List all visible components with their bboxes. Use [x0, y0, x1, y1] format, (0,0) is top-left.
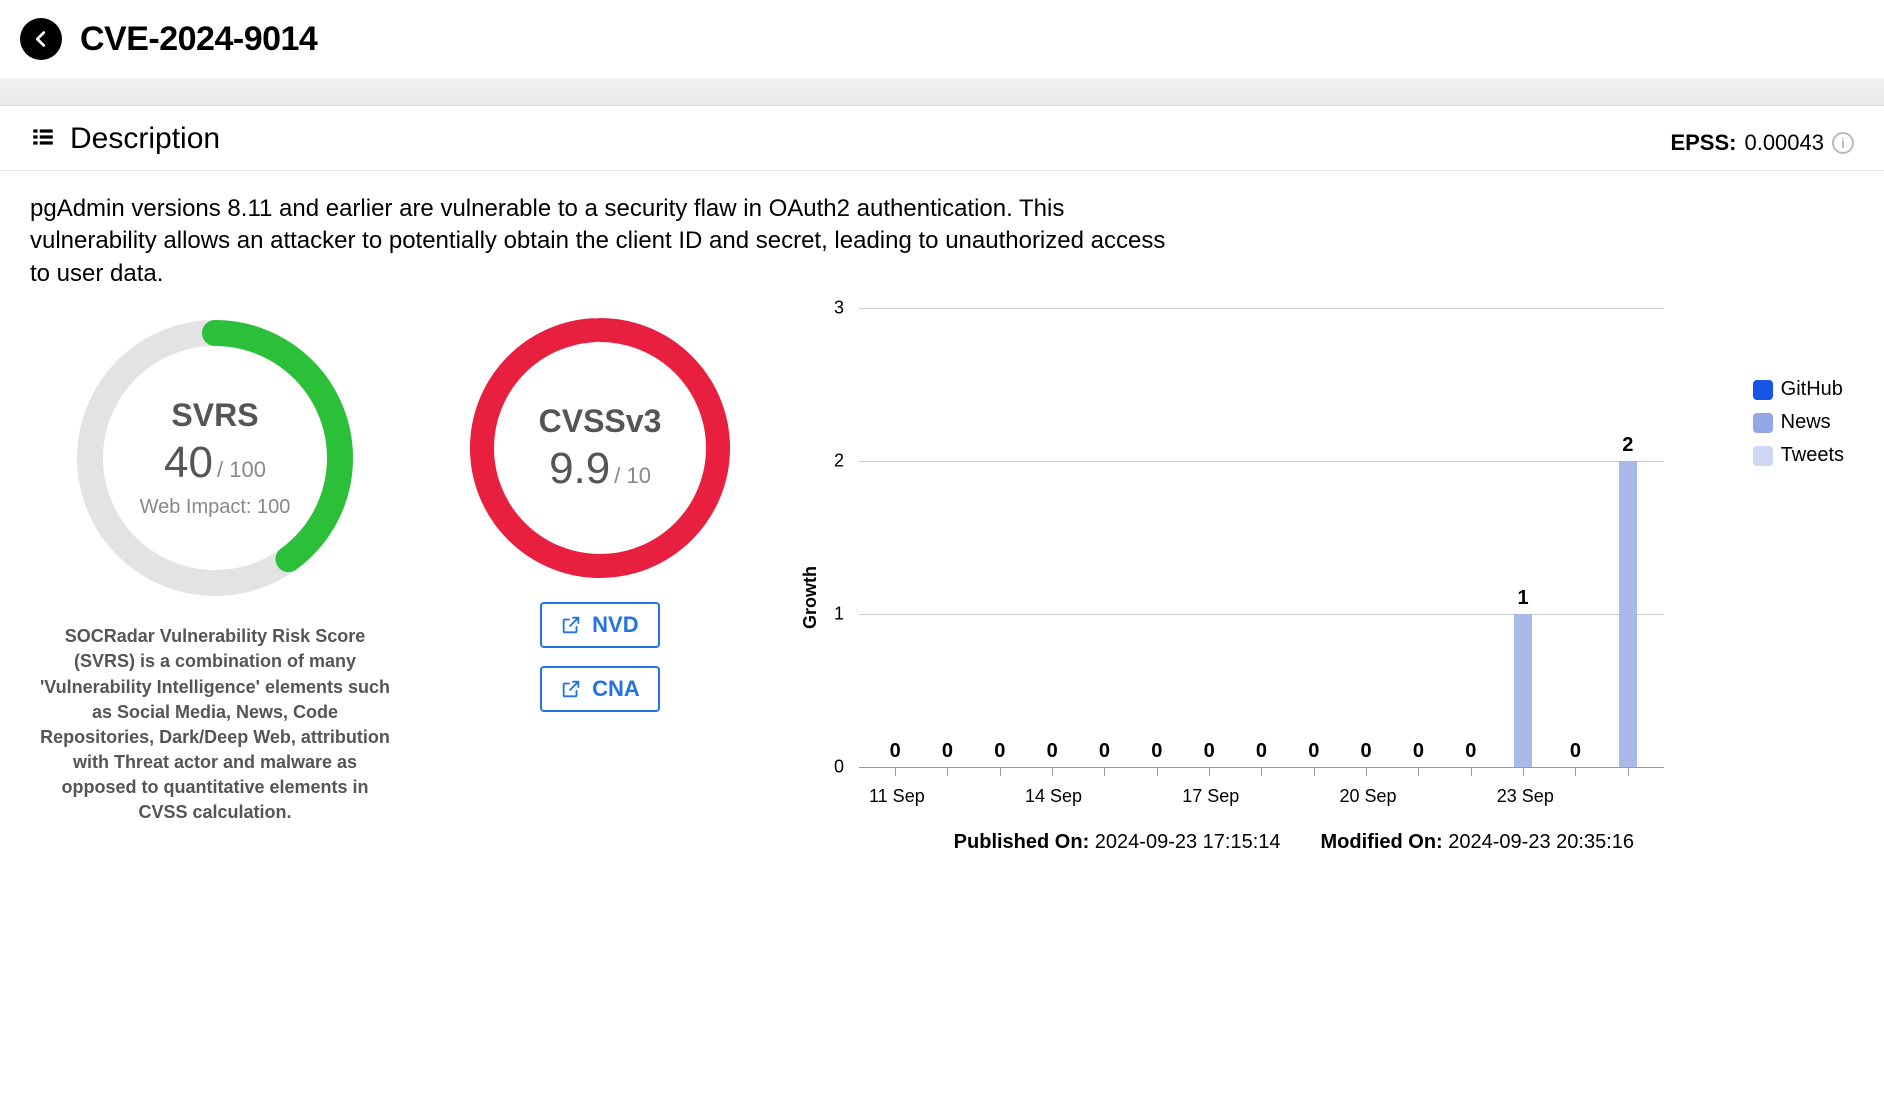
chart-bar-label: 0	[1099, 740, 1110, 763]
chart-x-label: 17 Sep	[1182, 786, 1239, 807]
legend-label: GitHub	[1781, 378, 1843, 401]
chart-x-label	[1447, 786, 1497, 807]
chart-x-label	[1239, 786, 1289, 807]
chart-bar-label: 0	[1256, 740, 1267, 763]
chart-bar-slot: 0	[869, 308, 921, 767]
chart-bar-slot: 0	[974, 308, 1026, 767]
modified-label: Modified On:	[1321, 831, 1443, 853]
chart-bar-slot: 0	[1340, 308, 1392, 767]
chart-x-label: 20 Sep	[1340, 786, 1397, 807]
chart-bar	[1514, 614, 1532, 767]
chart-x-label: 11 Sep	[869, 786, 925, 807]
chart-bar-label: 0	[1465, 740, 1476, 763]
chart-bar-slot: 2	[1602, 308, 1654, 767]
list-icon	[30, 124, 56, 155]
arrow-left-icon	[30, 28, 52, 50]
cna-link-label: CNA	[592, 676, 640, 702]
nvd-link-button[interactable]: NVD	[540, 602, 660, 648]
chart-bar-label: 0	[1204, 740, 1215, 763]
chart-bar-slot: 0	[1445, 308, 1497, 767]
svrs-value: 40	[164, 438, 213, 488]
chart-bar-slot: 0	[1078, 308, 1130, 767]
back-button[interactable]	[20, 18, 62, 60]
chart-x-label	[975, 786, 1025, 807]
legend-item: News	[1753, 411, 1844, 434]
cvss-max: / 10	[614, 463, 651, 489]
chart-bar-label: 0	[1151, 740, 1162, 763]
svrs-sub: Web Impact: 100	[140, 496, 291, 519]
chart-bar-slot: 0	[1183, 308, 1235, 767]
chart-bar-slot: 0	[1235, 308, 1287, 767]
growth-chart: Growth 0123000000000000102 11 Sep14 Sep1…	[800, 308, 1674, 807]
cvss-gauge: CVSSv3 9.9 / 10	[460, 308, 740, 588]
chart-bar-label: 0	[1308, 740, 1319, 763]
chart-x-label	[1082, 786, 1132, 807]
chart-y-label: Growth	[800, 486, 821, 629]
chart-bar-slot: 1	[1497, 308, 1549, 767]
chart-bar	[1619, 461, 1637, 767]
chart-x-label: 23 Sep	[1497, 786, 1554, 807]
chart-x-label	[1132, 786, 1182, 807]
chart-bar-slot: 0	[1288, 308, 1340, 767]
chart-y-tick: 3	[834, 298, 844, 319]
chart-bar-label: 2	[1622, 434, 1633, 457]
chart-legend: GitHub News Tweets	[1753, 378, 1844, 467]
cvss-value: 9.9	[549, 444, 610, 494]
chart-bar-label: 0	[1413, 740, 1424, 763]
chart-bar-slot: 0	[1026, 308, 1078, 767]
cna-link-button[interactable]: CNA	[540, 666, 660, 712]
chart-bar-label: 1	[1518, 587, 1529, 610]
nvd-link-label: NVD	[592, 612, 638, 638]
chart-x-label	[925, 786, 975, 807]
external-link-icon	[560, 614, 582, 636]
legend-item: GitHub	[1753, 378, 1844, 401]
published-on: Published On: 2024-09-23 17:15:14	[954, 831, 1281, 854]
gray-strip	[0, 78, 1884, 106]
svrs-gauge: SVRS 40 / 100 Web Impact: 100	[65, 308, 365, 608]
chart-y-tick: 0	[834, 757, 844, 778]
page-title: CVE-2024-9014	[80, 20, 317, 59]
chart-bar-slot: 0	[1549, 308, 1601, 767]
epss-label: EPSS:	[1670, 130, 1736, 156]
svrs-name: SVRS	[171, 397, 258, 434]
legend-item: Tweets	[1753, 444, 1844, 467]
svrs-description: SOCRadar Vulnerability Risk Score (SVRS)…	[35, 624, 395, 826]
legend-swatch	[1753, 413, 1773, 433]
legend-label: News	[1781, 411, 1831, 434]
chart-y-tick: 1	[834, 604, 844, 625]
chart-y-tick: 2	[834, 451, 844, 472]
section-title: Description	[70, 122, 220, 156]
epss-block: EPSS: 0.00043 i	[1670, 130, 1854, 156]
chart-x-label	[1604, 786, 1654, 807]
chart-bar-label: 0	[1570, 740, 1581, 763]
info-icon[interactable]: i	[1832, 132, 1854, 154]
svrs-column: SVRS 40 / 100 Web Impact: 100 SOCRadar V…	[30, 308, 400, 874]
description-text: pgAdmin versions 8.11 and earlier are vu…	[0, 171, 1200, 308]
chart-bar-label: 0	[994, 740, 1005, 763]
published-value: 2024-09-23 17:15:14	[1095, 831, 1281, 853]
epss-value: 0.00043	[1744, 130, 1824, 156]
external-link-icon	[560, 678, 582, 700]
chart-bar-label: 0	[942, 740, 953, 763]
chart-x-label	[1289, 786, 1339, 807]
modified-on: Modified On: 2024-09-23 20:35:16	[1321, 831, 1634, 854]
chart-bar-label: 0	[1047, 740, 1058, 763]
chart-bar-slot: 0	[1392, 308, 1444, 767]
legend-swatch	[1753, 446, 1773, 466]
cvss-column: CVSSv3 9.9 / 10 NVD CNA	[430, 308, 770, 874]
legend-swatch	[1753, 380, 1773, 400]
chart-x-label	[1397, 786, 1447, 807]
published-label: Published On:	[954, 831, 1090, 853]
chart-bar-label: 0	[1361, 740, 1372, 763]
chart-bar-slot: 0	[921, 308, 973, 767]
chart-x-label	[1554, 786, 1604, 807]
modified-value: 2024-09-23 20:35:16	[1448, 831, 1634, 853]
chart-bar-slot: 0	[1131, 308, 1183, 767]
chart-x-label: 14 Sep	[1025, 786, 1082, 807]
chart-bar-label: 0	[890, 740, 901, 763]
svrs-max: / 100	[217, 457, 266, 483]
legend-label: Tweets	[1781, 444, 1844, 467]
cvss-name: CVSSv3	[539, 403, 662, 440]
